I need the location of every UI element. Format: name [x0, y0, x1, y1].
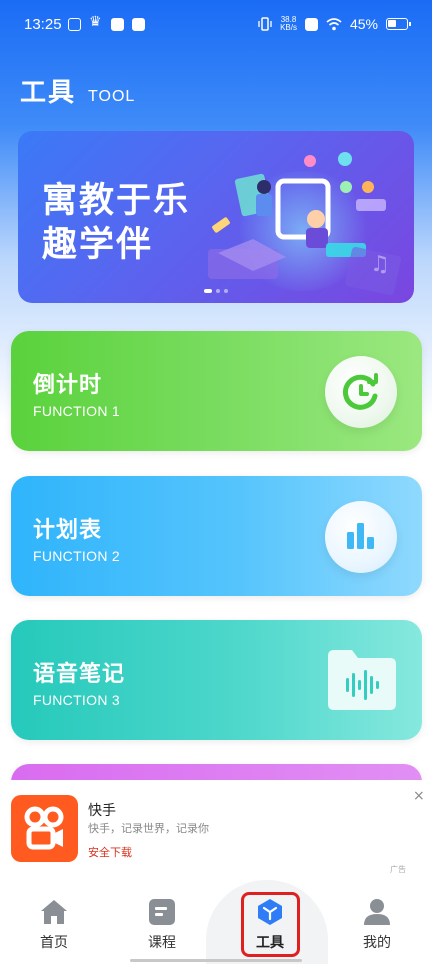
- banner-headline-line1: 寓教于乐: [42, 181, 191, 221]
- nav-course-label: 课程: [148, 935, 176, 951]
- page-header: 工具 TOOL: [20, 72, 135, 109]
- ad-close-button[interactable]: ×: [413, 788, 425, 804]
- function-card-countdown[interactable]: 倒计时 FUNCTION 1: [11, 331, 422, 451]
- function-card-voice-notes[interactable]: 语音笔记 FUNCTION 3: [11, 620, 422, 740]
- notification-icons: [68, 14, 145, 31]
- home-icon: [41, 900, 67, 924]
- ad-banner[interactable]: 快手 快手，记录世界，记录你 安全下载 × 广告: [0, 780, 432, 880]
- page-subtitle: TOOL: [88, 88, 136, 105]
- app-notification-icon: [111, 18, 124, 31]
- ad-download-link[interactable]: 安全下载: [88, 844, 132, 860]
- banner-headline: 寓教于乐 趣学伴: [42, 179, 190, 267]
- app-notification-icon: [68, 18, 81, 31]
- wifi-icon: [326, 17, 342, 30]
- function-card-subtitle: FUNCTION 3: [33, 692, 120, 708]
- carousel-dot: [216, 289, 220, 293]
- page-title: 工具: [20, 78, 77, 108]
- carousel-indicator: [204, 289, 228, 293]
- ad-description: 快手，记录世界，记录你: [88, 822, 209, 835]
- network-speed-unit: KB/s: [280, 23, 297, 32]
- course-icon: [149, 899, 175, 925]
- home-indicator[interactable]: [130, 959, 302, 962]
- play-notification-icon: [132, 18, 145, 31]
- battery-percent: 45%: [349, 16, 378, 32]
- ad-label: 广告: [390, 865, 406, 874]
- bottom-navigation: 首页 课程 工具 我的: [0, 880, 432, 964]
- carousel-dot: [224, 289, 228, 293]
- status-right: 38.8 KB/s 45%: [258, 16, 411, 32]
- battery-icon: [386, 18, 411, 30]
- vibrate-icon: [258, 17, 272, 31]
- kuaishou-logo: [11, 795, 78, 862]
- function-card-subtitle: FUNCTION 2: [33, 548, 120, 564]
- function-card-title: 语音笔记: [33, 662, 126, 687]
- no-sim-icon: [304, 17, 318, 31]
- crown-icon: [89, 14, 103, 30]
- chart-bars-icon: [325, 501, 397, 573]
- nav-home-label: 首页: [40, 935, 68, 951]
- promo-banner[interactable]: ♫ 寓教于乐 趣学伴: [18, 131, 414, 303]
- function-card-title: 计划表: [33, 518, 103, 543]
- status-bar: 13:25 38.8 KB/s 45%: [0, 0, 432, 52]
- nav-home[interactable]: 首页: [22, 898, 86, 952]
- nav-mine[interactable]: 我的: [345, 898, 409, 952]
- carousel-dot: [204, 289, 212, 293]
- function-card-planner[interactable]: 计划表 FUNCTION 2: [11, 476, 422, 596]
- user-icon: [364, 899, 390, 925]
- voice-folder-icon: [328, 650, 396, 710]
- banner-illustration: ♫: [208, 152, 401, 296]
- nav-course[interactable]: 课程: [130, 898, 194, 952]
- countdown-icon: [325, 356, 397, 428]
- function-card-title: 倒计时: [33, 373, 103, 398]
- nav-mine-label: 我的: [363, 935, 391, 951]
- banner-headline-line2: 趣学伴: [42, 225, 154, 265]
- status-time: 13:25: [24, 16, 62, 33]
- function-card-subtitle: FUNCTION 1: [33, 403, 120, 419]
- network-speed: 38.8 KB/s: [280, 16, 297, 32]
- highlight-box: [241, 892, 300, 957]
- ad-app-name: 快手: [88, 803, 116, 819]
